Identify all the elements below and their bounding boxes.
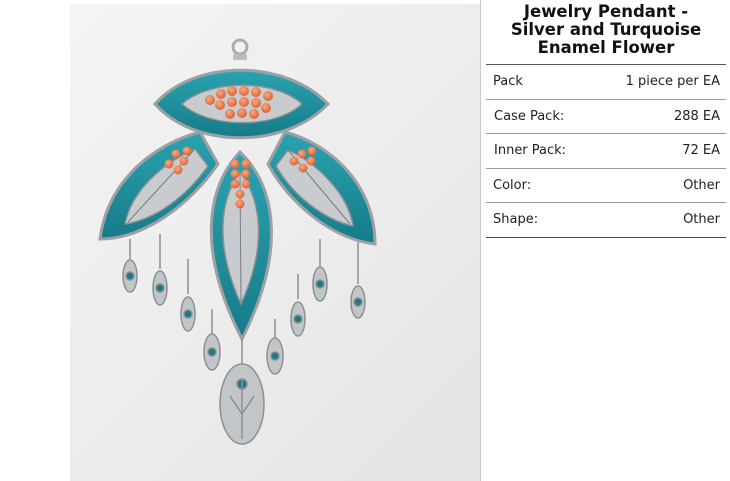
product-image-panel xyxy=(0,0,481,481)
spec-row-color: Color: Other xyxy=(486,169,726,203)
spec-label: Inner Pack: xyxy=(494,143,567,159)
spec-label: Case Pack: xyxy=(494,108,565,124)
left-petal xyxy=(98,130,220,241)
spec-row-inner-pack: Inner Pack: 72 EA xyxy=(486,134,726,169)
center-petal xyxy=(209,149,273,343)
title-line-1: Jewelry Pendant - xyxy=(523,2,689,21)
spec-value: Other xyxy=(683,177,720,193)
spec-label: Pack xyxy=(493,74,523,90)
spec-row-shape: Shape: Other xyxy=(486,203,726,238)
spec-table: Pack 1 piece per EA Case Pack: 288 EA In… xyxy=(486,64,726,238)
product-info-panel: Jewelry Pendant - Silver and Turquoise E… xyxy=(486,0,726,238)
pendant-illustration xyxy=(98,38,377,445)
product-title: Jewelry Pendant - Silver and Turquoise E… xyxy=(486,3,726,64)
spec-value: 72 EA xyxy=(682,143,720,159)
spec-row-case-pack: Case Pack: 288 EA xyxy=(486,100,726,134)
spec-label: Shape: xyxy=(493,212,539,228)
spec-row-pack: Pack 1 piece per EA xyxy=(486,65,726,100)
right-petal xyxy=(266,130,377,246)
spec-value: 288 EA xyxy=(673,108,720,124)
title-line-2: Silver and Turquoise xyxy=(510,20,702,39)
product-photo[interactable] xyxy=(70,4,480,481)
spec-value: Other xyxy=(683,212,720,228)
spec-label: Color: xyxy=(493,177,532,193)
spec-value: 1 piece per EA xyxy=(625,74,720,90)
title-line-3: Enamel Flower xyxy=(537,38,675,57)
